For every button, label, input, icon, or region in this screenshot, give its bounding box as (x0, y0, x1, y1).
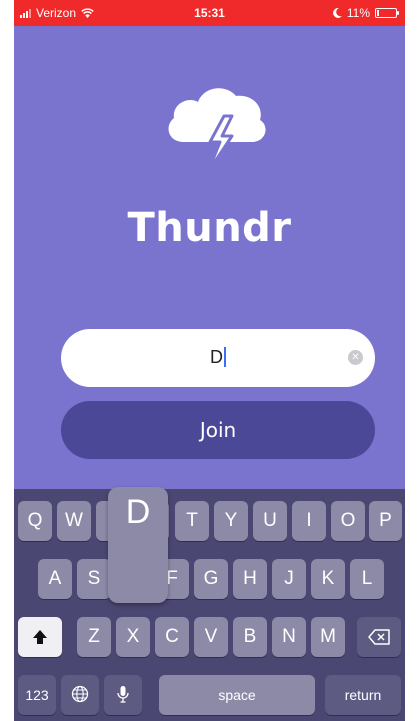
cloud-lightning-icon (168, 88, 266, 174)
key-c[interactable]: C (155, 617, 189, 657)
key-v[interactable]: V (194, 617, 228, 657)
numbers-key[interactable]: 123 (18, 675, 56, 715)
status-bar-right: 11% (332, 6, 399, 20)
key-b[interactable]: B (233, 617, 267, 657)
name-input[interactable]: D ✕ (61, 329, 375, 387)
key-k[interactable]: K (311, 559, 345, 599)
key-l[interactable]: L (350, 559, 384, 599)
delete-backspace-icon (368, 629, 390, 645)
dictation-key[interactable] (104, 675, 142, 715)
battery-icon (375, 8, 399, 18)
app-screen: Verizon 15:31 11% Thundr D ✕ Join Q W T … (14, 0, 405, 721)
key-q[interactable]: Q (18, 501, 52, 541)
return-key[interactable]: return (325, 675, 401, 715)
key-t[interactable]: T (175, 501, 209, 541)
key-w[interactable]: W (57, 501, 91, 541)
battery-percent: 11% (346, 6, 370, 20)
key-o[interactable]: O (331, 501, 365, 541)
key-n[interactable]: N (272, 617, 306, 657)
key-preview-label: D (125, 493, 151, 531)
keyboard: Q W E R T Y U I O P A S D F G H J K L Z … (14, 487, 405, 721)
microphone-icon (117, 686, 129, 703)
key-preview-popup: D (108, 487, 168, 603)
key-y[interactable]: Y (214, 501, 248, 541)
join-button[interactable]: Join (61, 401, 375, 459)
text-cursor (224, 347, 226, 367)
key-x[interactable]: X (116, 617, 150, 657)
key-m[interactable]: M (311, 617, 345, 657)
app-title: Thundr (127, 205, 292, 251)
key-s[interactable]: S (77, 559, 111, 599)
name-input-value: D (210, 347, 223, 367)
key-a[interactable]: A (38, 559, 72, 599)
name-input-value-wrap: D (61, 347, 375, 368)
key-h[interactable]: H (233, 559, 267, 599)
status-bar: Verizon 15:31 11% (14, 0, 405, 26)
key-z[interactable]: Z (77, 617, 111, 657)
key-u[interactable]: U (253, 501, 287, 541)
battery-fill (377, 10, 379, 16)
globe-icon (71, 685, 89, 703)
shift-arrow-icon (33, 630, 47, 644)
space-key[interactable]: space (159, 675, 315, 715)
key-i[interactable]: I (292, 501, 326, 541)
delete-key[interactable] (357, 617, 401, 657)
key-p[interactable]: P (369, 501, 402, 541)
key-j[interactable]: J (272, 559, 306, 599)
clear-input-button[interactable]: ✕ (348, 350, 363, 365)
shift-key[interactable] (18, 617, 62, 657)
moon-icon (332, 8, 342, 18)
key-g[interactable]: G (194, 559, 228, 599)
globe-key[interactable] (61, 675, 99, 715)
